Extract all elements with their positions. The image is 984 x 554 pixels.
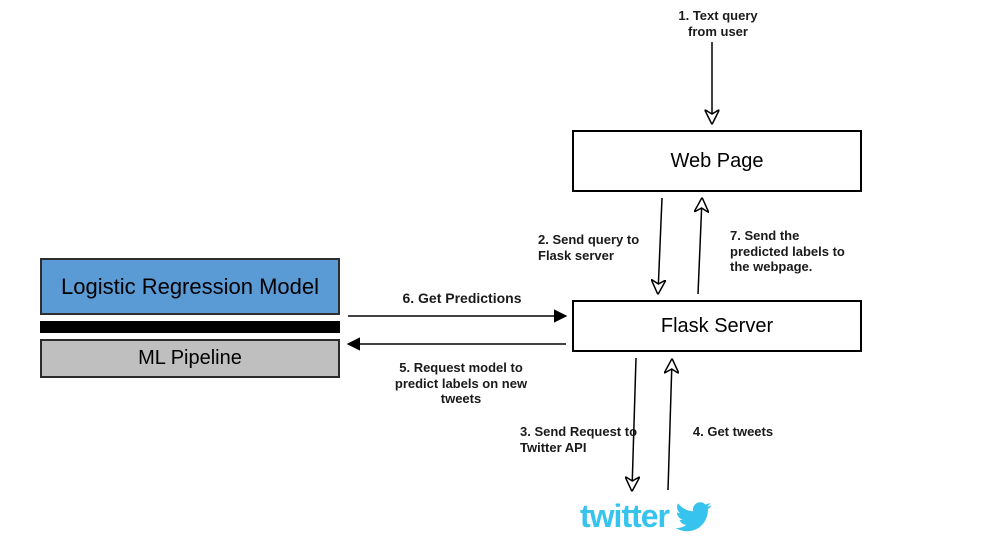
twitter-logo: twitter [580,498,711,535]
label-step-4: 4. Get tweets [688,424,778,440]
label-step-7: 7. Send the predicted labels to the webp… [730,228,850,275]
label-step-6: 6. Get Predictions [392,290,532,307]
node-logistic-regression-model: Logistic Regression Model [40,258,340,315]
model-pipeline-stack: Logistic Regression Model ML Pipeline [40,258,340,378]
node-ml-pipeline: ML Pipeline [40,339,340,378]
twitter-bird-icon [675,502,711,532]
label-step-1: 1. Text query from user [668,8,768,39]
separator-strip [40,321,340,333]
label-step-5: 5. Request model to predict labels on ne… [386,360,536,407]
node-flask-server: Flask Server [572,300,862,352]
label-step-3: 3. Send Request to Twitter API [520,424,640,455]
node-web-page-label: Web Page [670,150,763,173]
node-flask-server-label: Flask Server [661,315,773,338]
twitter-logo-text: twitter [580,498,669,535]
label-step-2: 2. Send query to Flask server [538,232,648,263]
node-web-page: Web Page [572,130,862,192]
